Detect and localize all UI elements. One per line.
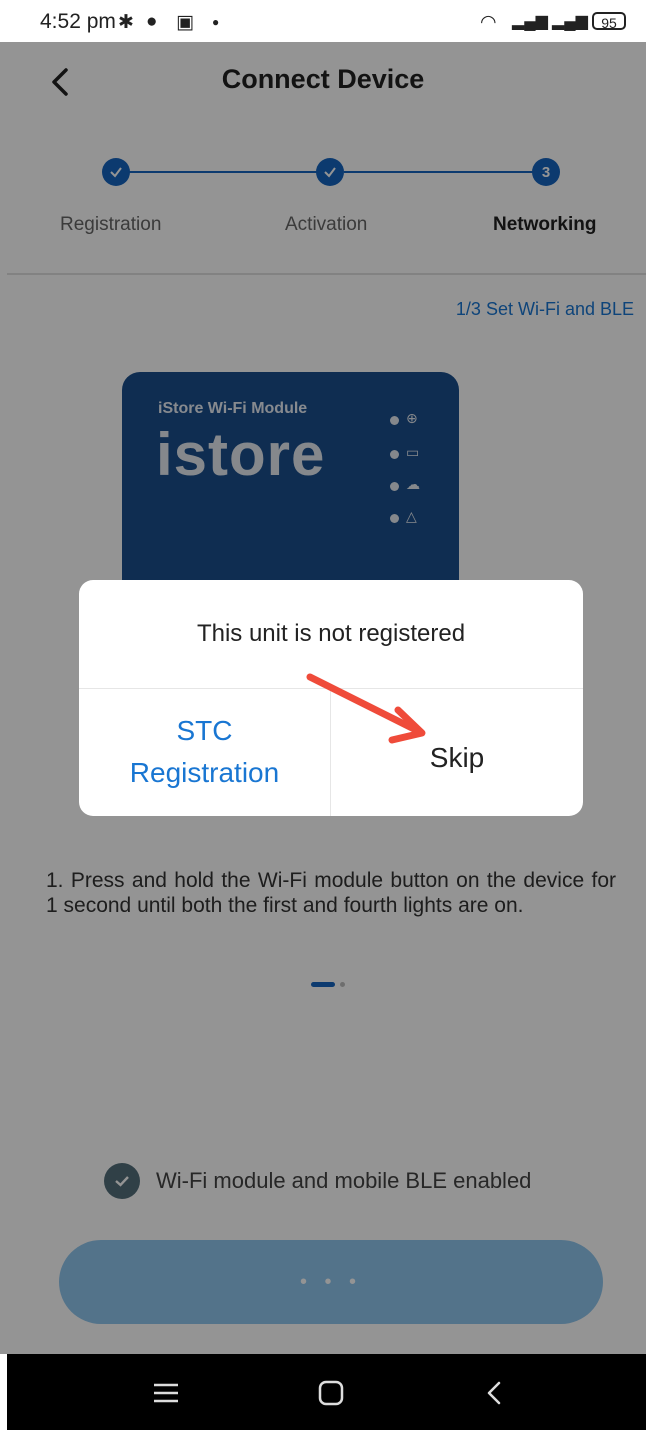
stc-registration-button[interactable]: STC Registration (79, 688, 330, 816)
signal-icon: ▂▄▆ (512, 13, 548, 30)
more-notifications-icon: ● (212, 15, 220, 29)
stc-registration-label: STC Registration (129, 715, 280, 788)
wifi-icon: ◠ (480, 12, 497, 33)
dialog-message: This unit is not registered (196, 620, 466, 647)
menu-icon[interactable] (152, 1382, 180, 1404)
bluetooth-icon: ✱ (118, 12, 134, 33)
status-time: 4:52 pm (40, 10, 116, 33)
annotation-arrow-icon (306, 673, 426, 744)
signal-2-icon: ▂▄▆ (552, 13, 588, 30)
battery-indicator: 95 (592, 12, 626, 31)
notification-icon: ▣ (176, 12, 194, 33)
chat-icon: ● (146, 11, 158, 32)
home-icon[interactable] (318, 1380, 344, 1406)
nav-back-icon[interactable] (484, 1380, 504, 1406)
